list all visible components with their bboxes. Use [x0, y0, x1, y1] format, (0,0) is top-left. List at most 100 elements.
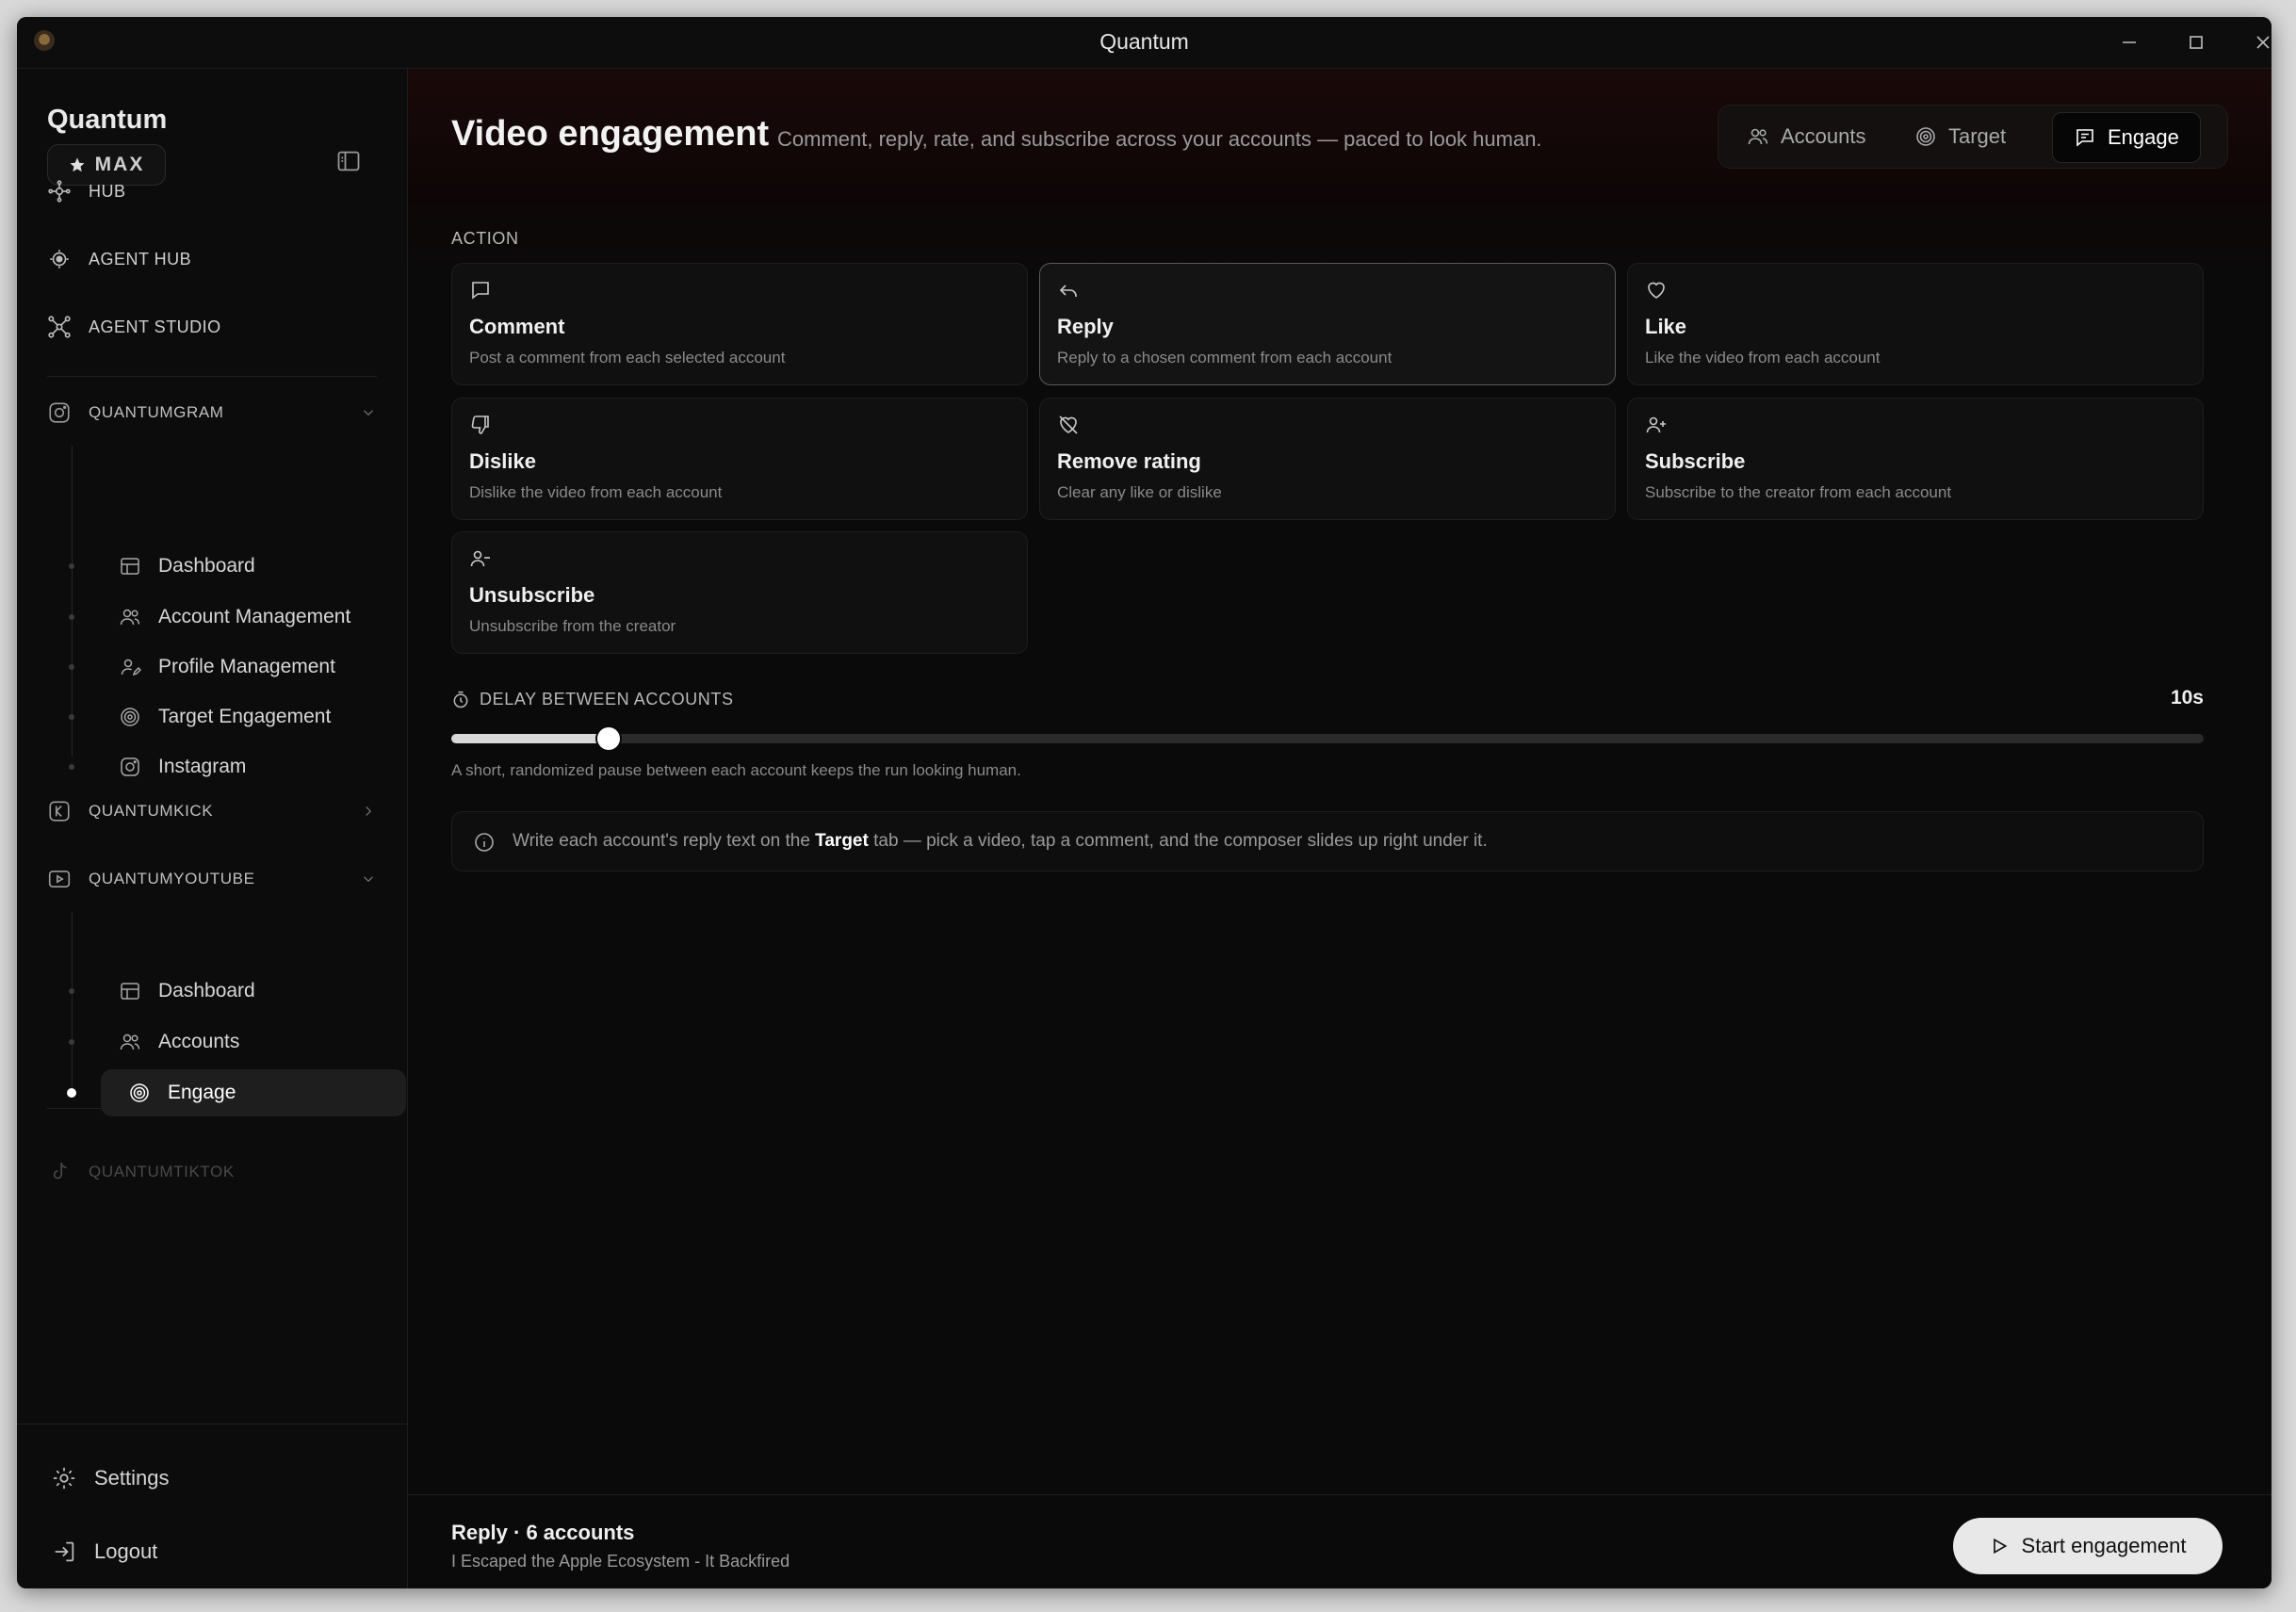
heart-off-icon: [1059, 415, 1078, 434]
section-quantumgram-label: QUANTUMGRAM: [89, 403, 224, 421]
dashboard-icon: [121, 983, 139, 1000]
info-text-after: tab — pick a video, tap a comment, and t…: [868, 831, 1488, 851]
action-title: Dislike: [469, 449, 536, 473]
sidebar-divider: [47, 1108, 377, 1109]
action-title: Unsubscribe: [469, 583, 595, 607]
target-icon: [130, 1083, 149, 1102]
instagram-icon: [121, 757, 139, 776]
chevron-down-icon: [364, 410, 373, 416]
users-icon: [120, 609, 140, 626]
message-icon: [2076, 129, 2093, 147]
sidebar-item-target-engagement[interactable]: Target Engagement: [69, 693, 407, 741]
action-card-comment[interactable]: Comment Post a comment from each selecte…: [451, 263, 1028, 385]
gear-icon: [53, 1467, 75, 1490]
agent-studio-icon: [48, 316, 71, 338]
plan-label: MAX: [94, 154, 145, 175]
user-plus-icon: [1646, 416, 1666, 433]
action-desc: Reply to a chosen comment from each acco…: [1057, 349, 1392, 366]
action-desc: Clear any like or dislike: [1057, 483, 1222, 501]
heart-icon: [1648, 282, 1665, 299]
sidebar-item-account-management[interactable]: Account Management: [69, 594, 407, 641]
tree-dot: [69, 664, 74, 670]
nav-agent-hub[interactable]: AGENT HUB: [47, 247, 191, 271]
sidebar-item-instagram[interactable]: Instagram: [69, 743, 407, 790]
nav-agent-studio[interactable]: AGENT STUDIO: [47, 315, 221, 339]
page-subtitle: Comment, reply, rate, and subscribe acro…: [777, 127, 1542, 151]
agent-hub-icon: [50, 250, 69, 269]
section-quantumgram[interactable]: QUANTUMGRAM: [47, 400, 377, 425]
action-title: Reply: [1057, 315, 1114, 338]
thumbs-down-icon: [471, 415, 489, 434]
sidebar-item-yt-accounts[interactable]: Accounts: [69, 1018, 407, 1066]
maximize-icon: [2190, 36, 2203, 49]
section-quantumtiktok: QUANTUMTIKTOK: [47, 1160, 377, 1184]
sidebar-item-label: Account Management: [158, 606, 351, 627]
action-title: Like: [1645, 315, 1687, 338]
delay-slider[interactable]: [451, 727, 2204, 750]
user-edit-icon: [121, 659, 142, 676]
users-icon: [120, 1034, 140, 1050]
tree-line: [72, 912, 73, 1093]
nav-hub-label: HUB: [89, 181, 126, 201]
nav-hub[interactable]: HUB: [47, 179, 126, 204]
action-desc: Like the video from each account: [1645, 349, 1881, 366]
logout-button[interactable]: Logout: [51, 1539, 157, 1565]
page-title: Video engagement: [451, 114, 770, 154]
window-title: Quantum: [1099, 29, 1189, 54]
dashboard-icon: [121, 558, 139, 575]
action-desc: Subscribe to the creator from each accou…: [1645, 483, 1952, 501]
logout-label: Logout: [94, 1539, 158, 1563]
sidebar-item-profile-management[interactable]: Profile Management: [69, 643, 407, 691]
info-text-before: Write each account's reply text on the: [513, 831, 816, 851]
tab-target[interactable]: Target: [1894, 112, 2027, 161]
sidebar-divider: [47, 376, 377, 377]
info-banner: Write each account's reply text on the T…: [451, 811, 2204, 871]
delay-hint: A short, randomized pause between each a…: [451, 761, 1021, 779]
section-quantumtiktok-label: QUANTUMTIKTOK: [89, 1163, 235, 1181]
target-icon: [1916, 127, 1935, 146]
timer-icon: [453, 691, 468, 708]
start-engagement-label: Start engagement: [2021, 1534, 2187, 1557]
star-icon: [70, 157, 85, 172]
section-quantumkick-label: QUANTUMKICK: [89, 802, 214, 820]
section-quantumyoutube[interactable]: QUANTUMYOUTUBE: [47, 867, 377, 891]
tab-engage[interactable]: Engage: [2052, 112, 2201, 163]
logout-icon: [55, 1541, 74, 1562]
settings-button[interactable]: Settings: [51, 1465, 170, 1491]
kick-icon: [49, 801, 70, 822]
settings-label: Settings: [94, 1466, 170, 1490]
sidebar-item-label: Accounts: [158, 1031, 240, 1052]
start-engagement-button[interactable]: Start engagement: [1953, 1518, 2223, 1574]
comment-icon: [472, 282, 489, 300]
close-button[interactable]: [2242, 24, 2272, 60]
user-minus-icon: [470, 550, 490, 567]
info-target-link: Target: [815, 831, 869, 851]
sidebar-item-dashboard[interactable]: Dashboard: [69, 543, 407, 590]
tree-dot: [69, 563, 74, 569]
tree-dot: [69, 988, 74, 994]
action-card-like[interactable]: Like Like the video from each account: [1627, 263, 2204, 385]
action-title: Subscribe: [1645, 449, 1746, 473]
sidebar-item-yt-dashboard[interactable]: Dashboard: [69, 968, 407, 1015]
delay-slider-thumb[interactable]: [597, 727, 621, 750]
action-card-reply[interactable]: Reply Reply to a chosen comment from eac…: [1039, 263, 1616, 385]
action-desc: Unsubscribe from the creator: [469, 617, 676, 635]
reply-icon: [1059, 285, 1077, 297]
view-tabs: Accounts Target Engage: [1718, 105, 2228, 169]
chevron-right-icon: [366, 806, 372, 816]
delay-label-text: DELAY BETWEEN ACCOUNTS: [480, 690, 734, 708]
action-card-dislike[interactable]: Dislike Dislike the video from each acco…: [451, 398, 1028, 520]
collapse-sidebar-button[interactable]: [335, 148, 362, 174]
sidebar-item-yt-engage[interactable]: Engage: [67, 1069, 407, 1116]
tab-accounts[interactable]: Accounts: [1726, 112, 1887, 161]
instagram-icon: [49, 402, 70, 423]
chevron-down-icon: [364, 876, 373, 883]
maximize-button[interactable]: [2175, 24, 2217, 60]
delay-label: DELAY BETWEEN ACCOUNTS: [451, 690, 734, 709]
selected-video-title: I Escaped the Apple Ecosystem - It Backf…: [451, 1552, 790, 1571]
section-quantumkick[interactable]: QUANTUMKICK: [47, 799, 377, 823]
action-card-unsubscribe[interactable]: Unsubscribe Unsubscribe from the creator: [451, 531, 1028, 654]
minimize-button[interactable]: [2109, 24, 2150, 60]
action-card-remove-rating[interactable]: Remove rating Clear any like or dislike: [1039, 398, 1616, 520]
action-card-subscribe[interactable]: Subscribe Subscribe to the creator from …: [1627, 398, 2204, 520]
